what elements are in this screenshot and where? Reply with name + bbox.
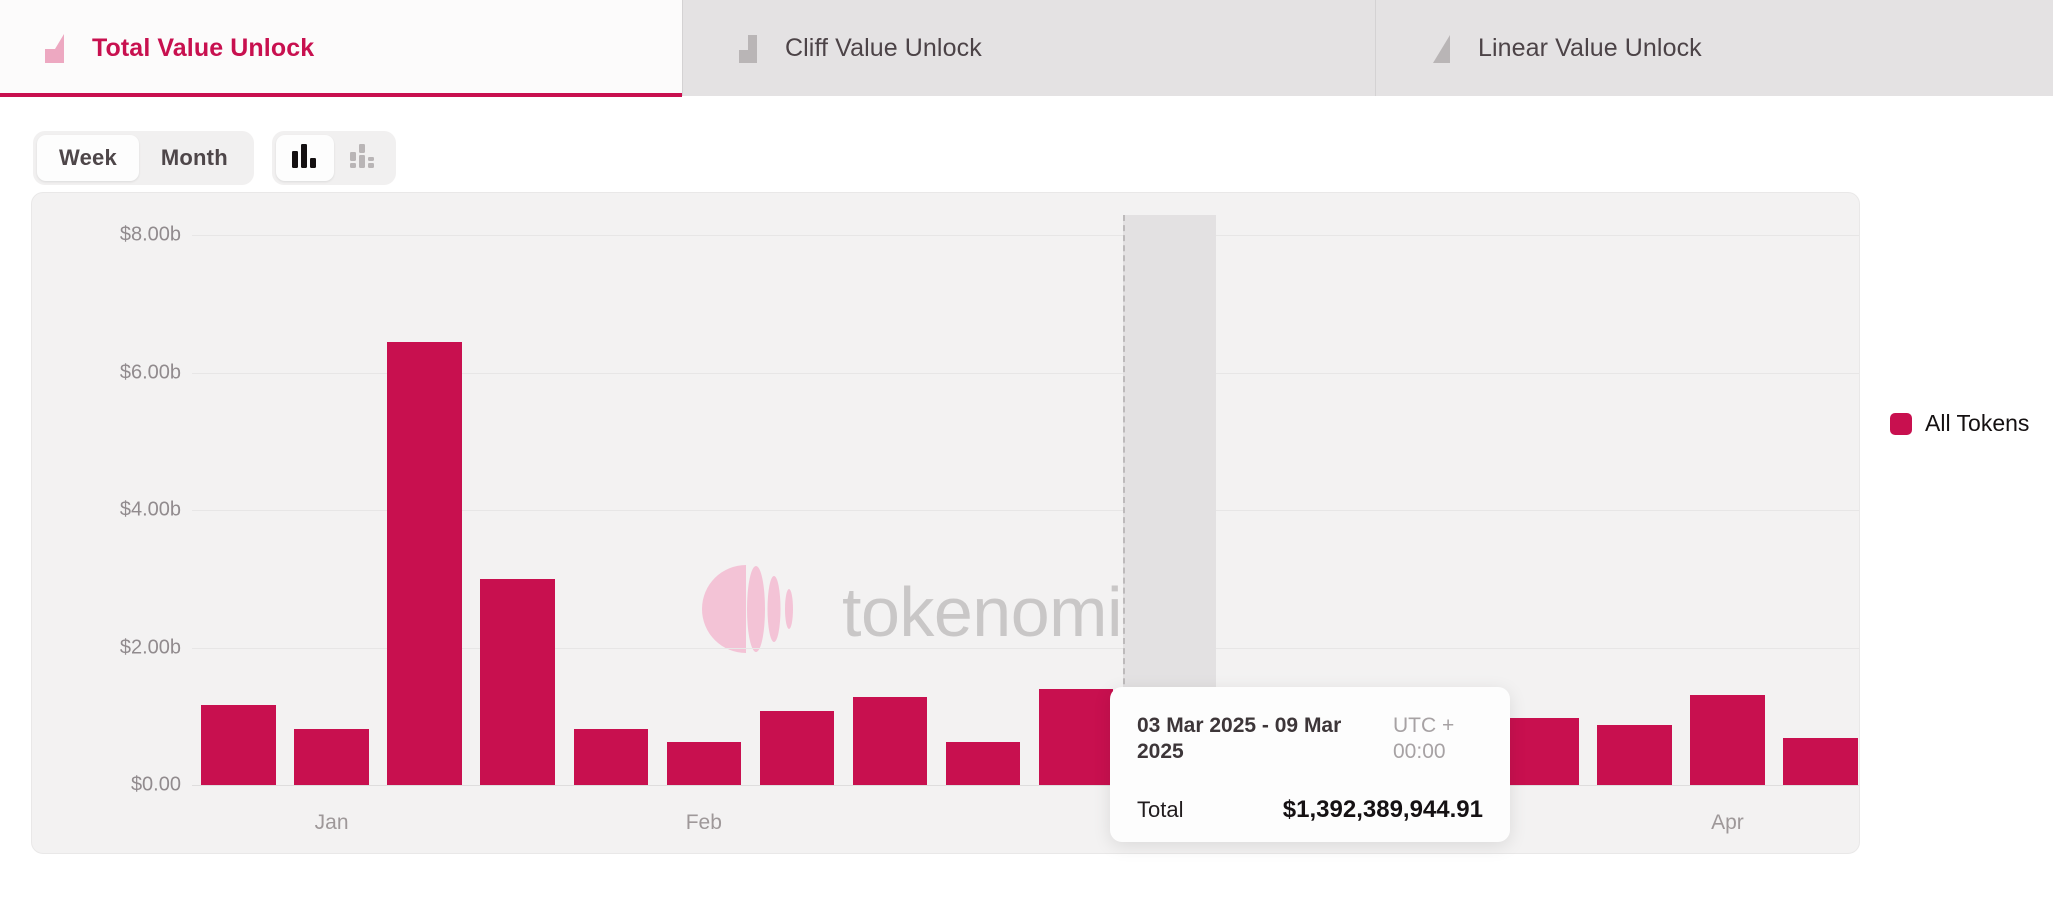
chart-bar[interactable]	[852, 697, 928, 785]
y-axis-tick-label: $6.00b	[119, 361, 181, 383]
cliff-value-unlock-icon	[735, 33, 763, 63]
tooltip-date-range: 03 Mar 2025 - 09 Mar 2025	[1137, 714, 1342, 763]
chart-bar[interactable]	[945, 742, 1021, 785]
chart-tooltip: 03 Mar 2025 - 09 Mar 2025 UTC + 00:00 To…	[1110, 687, 1510, 842]
chart-type-toggle-group	[271, 131, 396, 185]
chart-bar[interactable]	[573, 728, 648, 785]
linear-value-unlock-icon	[1428, 33, 1456, 63]
chart-bar[interactable]	[1597, 724, 1672, 785]
y-axis-tick-label: $4.00b	[119, 498, 181, 521]
chart-controls: Week Month	[0, 96, 2053, 192]
chart-bar[interactable]	[1783, 738, 1858, 785]
x-axis-tick-label: Feb	[685, 811, 722, 834]
grouped-bar-chart-view-button[interactable]	[334, 135, 392, 181]
period-option-week[interactable]: Week	[37, 135, 139, 181]
chart-card: tokenomist $8.00b $6.00b $4.00b $2.00b $0.00…	[31, 192, 1860, 854]
chart-bar[interactable]	[480, 579, 555, 785]
chart-bar[interactable]	[294, 729, 369, 785]
legend-label-all-tokens[interactable]: All Tokens	[1925, 410, 2029, 437]
tab-label: Total Value Unlock	[92, 33, 315, 62]
tab-bar: Total Value Unlock Cliff Value Unlock Li…	[0, 0, 2053, 97]
tab-label: Linear Value Unlock	[1478, 33, 1702, 62]
legend-swatch-all-tokens[interactable]	[1890, 412, 1912, 435]
y-axis-tick-label: $8.00b	[119, 223, 181, 246]
bar-chart-plot[interactable]: tokenomist $8.00b $6.00b $4.00b $2.00b $0.00…	[32, 193, 1859, 853]
chart-bar[interactable]	[201, 705, 276, 785]
bar-chart-view-button[interactable]	[275, 135, 334, 181]
chart-axis-line	[192, 785, 1859, 786]
chart-bar[interactable]	[666, 742, 742, 785]
x-axis-tick-label: Jan	[314, 811, 349, 834]
chart-gridline	[192, 235, 1859, 236]
period-toggle-group: Week Month	[33, 131, 254, 185]
period-option-month[interactable]: Month	[139, 135, 250, 181]
tab-cliff-value-unlock[interactable]: Cliff Value Unlock	[683, 0, 1376, 96]
chart-bar[interactable]	[759, 710, 835, 785]
chart-bar[interactable]	[387, 341, 462, 785]
bar-chart-icon	[291, 143, 318, 173]
grouped-bar-chart-icon	[349, 143, 376, 173]
chart-bar[interactable]	[1038, 689, 1114, 785]
tooltip-timezone: UTC + 00:00	[1393, 714, 1455, 763]
total-value-unlock-icon	[42, 33, 70, 63]
chart-bar[interactable]	[1690, 694, 1765, 785]
y-axis-tick-label: $2.00b	[119, 636, 181, 658]
chart-bar[interactable]	[1504, 718, 1579, 785]
tab-linear-value-unlock[interactable]: Linear Value Unlock	[1376, 0, 2053, 96]
x-axis-tick-label: Apr	[1711, 811, 1744, 834]
y-axis-tick-label: $0.00	[130, 773, 181, 796]
tooltip-total-value: $1,392,389,944.91	[1282, 796, 1483, 824]
chart-legend: All Tokens	[1890, 410, 2029, 437]
tab-total-value-unlock[interactable]: Total Value Unlock	[0, 0, 683, 97]
tab-label: Cliff Value Unlock	[785, 33, 982, 62]
tooltip-total-label: Total	[1137, 797, 1184, 823]
